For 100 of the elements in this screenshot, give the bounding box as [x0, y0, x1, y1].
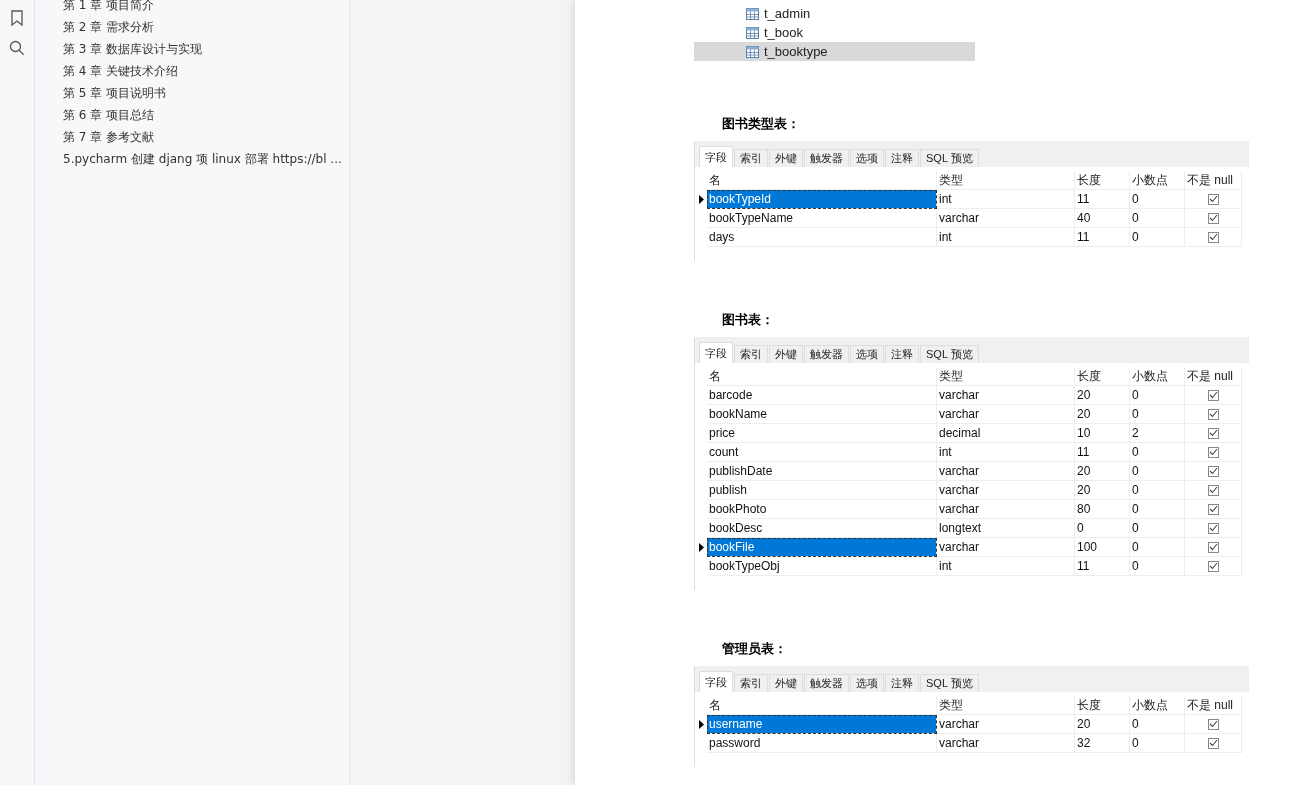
- tab[interactable]: 外键: [769, 149, 803, 167]
- tab[interactable]: 索引: [734, 674, 768, 692]
- tab[interactable]: 触发器: [804, 149, 849, 167]
- tab[interactable]: 注释: [885, 345, 919, 363]
- checkbox[interactable]: [1207, 718, 1219, 730]
- table-cell: 0: [1130, 386, 1185, 405]
- table-cell: 2: [1130, 424, 1185, 443]
- tab[interactable]: 触发器: [804, 345, 849, 363]
- field-name-cell[interactable]: username: [707, 715, 937, 734]
- column-header: 小数点: [1130, 696, 1185, 715]
- table-cell: int: [937, 228, 1075, 247]
- column-header: 类型: [937, 367, 1075, 386]
- table-cell: 0: [1130, 500, 1185, 519]
- table-cell: int: [937, 190, 1075, 209]
- field-name-cell[interactable]: days: [707, 228, 937, 247]
- outline-item[interactable]: 第 6 章 项目总结: [35, 104, 349, 126]
- field-name-cell[interactable]: publish: [707, 481, 937, 500]
- table-cell: varchar: [937, 209, 1075, 228]
- checkbox[interactable]: [1207, 212, 1219, 224]
- tab[interactable]: 外键: [769, 674, 803, 692]
- bookmark-icon[interactable]: [11, 10, 23, 26]
- tab[interactable]: 字段: [699, 671, 733, 692]
- checkbox[interactable]: [1207, 408, 1219, 420]
- checkbox[interactable]: [1207, 560, 1219, 572]
- field-name-cell[interactable]: bookTypeObj: [707, 557, 937, 576]
- table-cell: varchar: [937, 405, 1075, 424]
- table-cell: 0: [1130, 190, 1185, 209]
- table-cell: 0: [1130, 228, 1185, 247]
- field-name-cell[interactable]: bookTypeId: [707, 190, 937, 209]
- checkbox[interactable]: [1207, 503, 1219, 515]
- table-cell: 0: [1075, 519, 1130, 538]
- tab[interactable]: 选项: [850, 149, 884, 167]
- field-name-cell[interactable]: count: [707, 443, 937, 462]
- checkbox[interactable]: [1207, 484, 1219, 496]
- column-header: 小数点: [1130, 171, 1185, 190]
- table-cell: 10: [1075, 424, 1130, 443]
- outline-item[interactable]: 第 3 章 数据库设计与实现: [35, 38, 349, 60]
- field-name-cell[interactable]: barcode: [707, 386, 937, 405]
- table-cell: 0: [1130, 443, 1185, 462]
- search-icon[interactable]: [9, 40, 25, 56]
- tab[interactable]: 索引: [734, 149, 768, 167]
- tab[interactable]: 字段: [699, 342, 733, 363]
- checkbox[interactable]: [1207, 446, 1219, 458]
- table-cell: 11: [1075, 228, 1130, 247]
- table-cell: 0: [1130, 481, 1185, 500]
- checkbox[interactable]: [1207, 389, 1219, 401]
- table-cell: 32: [1075, 734, 1130, 753]
- outline-item[interactable]: 第 4 章 关键技术介绍: [35, 60, 349, 82]
- table-cell: 0: [1130, 405, 1185, 424]
- tab[interactable]: 索引: [734, 345, 768, 363]
- table-cell: varchar: [937, 500, 1075, 519]
- checkbox[interactable]: [1207, 737, 1219, 749]
- table-cell: 11: [1075, 557, 1130, 576]
- checkbox[interactable]: [1207, 541, 1219, 553]
- field-name-cell[interactable]: price: [707, 424, 937, 443]
- tab[interactable]: SQL 预览: [920, 149, 979, 167]
- tree-item[interactable]: t_book: [694, 23, 975, 42]
- tab[interactable]: 选项: [850, 674, 884, 692]
- tab[interactable]: 注释: [885, 149, 919, 167]
- tab[interactable]: 选项: [850, 345, 884, 363]
- column-header: 不是 null: [1185, 171, 1242, 190]
- field-name-cell[interactable]: bookFile: [707, 538, 937, 557]
- tab[interactable]: SQL 预览: [920, 345, 979, 363]
- outline-item[interactable]: 第 2 章 需求分析: [35, 16, 349, 38]
- column-header: 长度: [1075, 171, 1130, 190]
- field-name-cell[interactable]: bookPhoto: [707, 500, 937, 519]
- column-header: 不是 null: [1185, 696, 1242, 715]
- tree-item[interactable]: t_booktype: [694, 42, 975, 61]
- checkbox[interactable]: [1207, 522, 1219, 534]
- tree-item[interactable]: t_admin: [694, 4, 975, 23]
- outline-item[interactable]: 第 5 章 项目说明书: [35, 82, 349, 104]
- table-caption: 管理员表：: [721, 640, 788, 658]
- checkbox[interactable]: [1207, 427, 1219, 439]
- table-icon: [746, 7, 759, 20]
- column-header: 类型: [937, 696, 1075, 715]
- tab[interactable]: SQL 预览: [920, 674, 979, 692]
- field-name-cell[interactable]: publishDate: [707, 462, 937, 481]
- tab[interactable]: 外键: [769, 345, 803, 363]
- outline-item[interactable]: 第 7 章 参考文献: [35, 126, 349, 148]
- table-cell: int: [937, 557, 1075, 576]
- table-cell: 0: [1130, 209, 1185, 228]
- column-header: 小数点: [1130, 367, 1185, 386]
- tab[interactable]: 字段: [699, 146, 733, 167]
- field-name-cell[interactable]: bookName: [707, 405, 937, 424]
- table-cell: 0: [1130, 715, 1185, 734]
- checkbox[interactable]: [1207, 231, 1219, 243]
- field-name-cell[interactable]: password: [707, 734, 937, 753]
- checkbox[interactable]: [1207, 465, 1219, 477]
- table-cell: varchar: [937, 734, 1075, 753]
- table-cell: varchar: [937, 481, 1075, 500]
- field-name-cell[interactable]: bookTypeName: [707, 209, 937, 228]
- tab[interactable]: 注释: [885, 674, 919, 692]
- table-cell: 0: [1130, 734, 1185, 753]
- table-cell: 0: [1130, 538, 1185, 557]
- table-cell: int: [937, 443, 1075, 462]
- checkbox[interactable]: [1207, 193, 1219, 205]
- row-pointer-icon: [698, 720, 704, 729]
- column-header: 类型: [937, 171, 1075, 190]
- outline-item[interactable]: 5.pycharm 创建 djang 项 linux 部署 https://bl ...: [35, 148, 349, 170]
- tab[interactable]: 触发器: [804, 674, 849, 692]
